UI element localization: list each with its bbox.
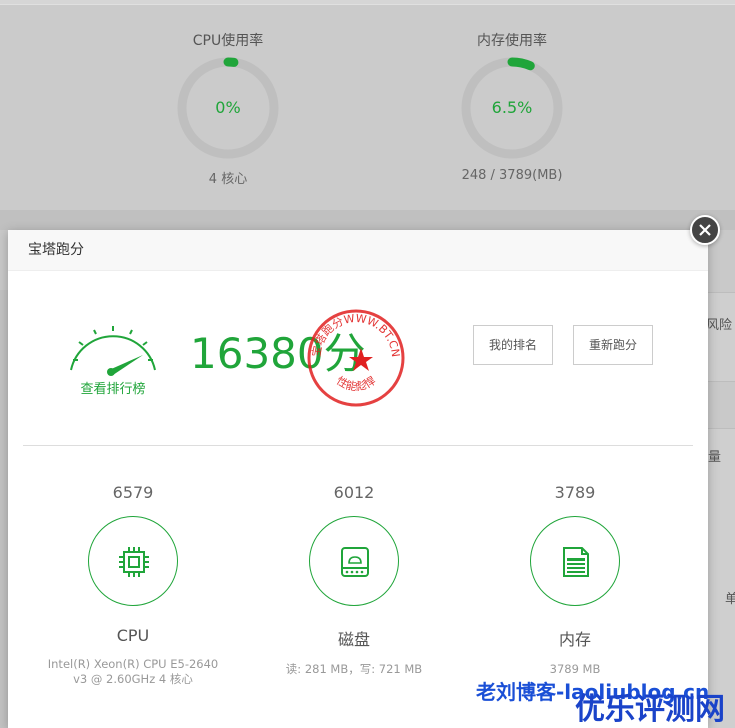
disk-label: 磁盘 (337, 630, 370, 649)
bg-band (0, 210, 735, 230)
memory-label: 内存 (558, 630, 591, 649)
bg-right-card-lower (708, 428, 735, 728)
section-divider (23, 445, 693, 446)
dialog-title: 宝塔跑分 (8, 230, 708, 271)
leaderboard-link[interactable]: 查看排行榜 (63, 315, 163, 397)
cpu-core-count: 4 核心 (208, 172, 248, 187)
benchmark-dialog: 宝塔跑分 查看排行榜 16380分 宝塔跑分WWW.BT.CN 性能彪悍 我的排… (8, 230, 708, 728)
bg-edge-label-single: 单 (725, 592, 735, 607)
disk-icon-circle (309, 516, 399, 606)
close-icon (699, 224, 711, 236)
leaderboard-label: 查看排行榜 (80, 382, 146, 397)
cpu-chip-icon (119, 547, 149, 577)
benchmark-seal-stamp: 宝塔跑分WWW.BT.CN 性能彪悍 (307, 309, 405, 407)
seal-top-text: 宝塔跑分WWW.BT.CN (309, 312, 402, 358)
close-dialog-button[interactable] (690, 215, 720, 245)
bg-top-strip (0, 0, 735, 4)
speedometer-icon (70, 326, 156, 376)
cpu-score: 6579 (112, 483, 154, 502)
my-rank-button[interactable]: 我的排名 (473, 325, 553, 365)
bg-left-strip (0, 290, 8, 728)
memory-metric: 3789 内存 3789 MB (475, 483, 675, 677)
cpu-gauge-value: 0% (215, 98, 241, 117)
memory-icon-circle (530, 516, 620, 606)
brand-watermark: 优乐评测网 (575, 692, 725, 727)
cpu-gauge-title: CPU使用率 (192, 33, 264, 49)
bg-edge-label-amount: 量 (708, 450, 722, 465)
svg-text:宝塔跑分WWW.BT.CN: 宝塔跑分WWW.BT.CN (309, 312, 402, 358)
cpu-usage-gauge: CPU使用率 0% 4 核心 (176, 30, 280, 187)
seal-bottom-text: 性能彪悍 (334, 373, 378, 393)
bg-edge-label-risk: 风险 (706, 318, 733, 333)
cpu-icon-circle (88, 516, 178, 606)
memory-usage-gauge: 内存使用率 6.5% 248 / 3789(MB) (440, 30, 584, 183)
memory-gauge-title: 内存使用率 (477, 33, 547, 49)
cpu-metric: 6579 CPU Intel(R) Xeon(R) CPU E5-2640 v3… (33, 483, 233, 687)
memory-gauge-value: 6.5% (491, 98, 533, 117)
memory-gauge-ring: 6.5% (460, 56, 564, 160)
disk-score: 6012 (333, 483, 375, 502)
memory-usage-detail: 248 / 3789(MB) (461, 168, 563, 183)
svg-text:性能彪悍: 性能彪悍 (334, 373, 378, 393)
memory-size-detail: 3789 MB (549, 662, 601, 676)
disk-io-detail: 读: 281 MB，写: 721 MB (285, 662, 423, 676)
memory-document-icon (563, 547, 589, 577)
status-panel (0, 5, 735, 210)
disk-drive-icon (341, 547, 369, 577)
bg-right-card (708, 292, 735, 382)
cpu-label: CPU (116, 626, 150, 645)
cpu-model-detail: Intel(R) Xeon(R) CPU E5-2640 v3 @ 2.60GH… (47, 657, 219, 686)
cpu-gauge-ring: 0% (176, 56, 280, 160)
disk-metric: 6012 磁盘 读: 281 MB，写: 721 MB (254, 483, 454, 677)
memory-score: 3789 (554, 483, 596, 502)
rerun-benchmark-button[interactable]: 重新跑分 (573, 325, 653, 365)
